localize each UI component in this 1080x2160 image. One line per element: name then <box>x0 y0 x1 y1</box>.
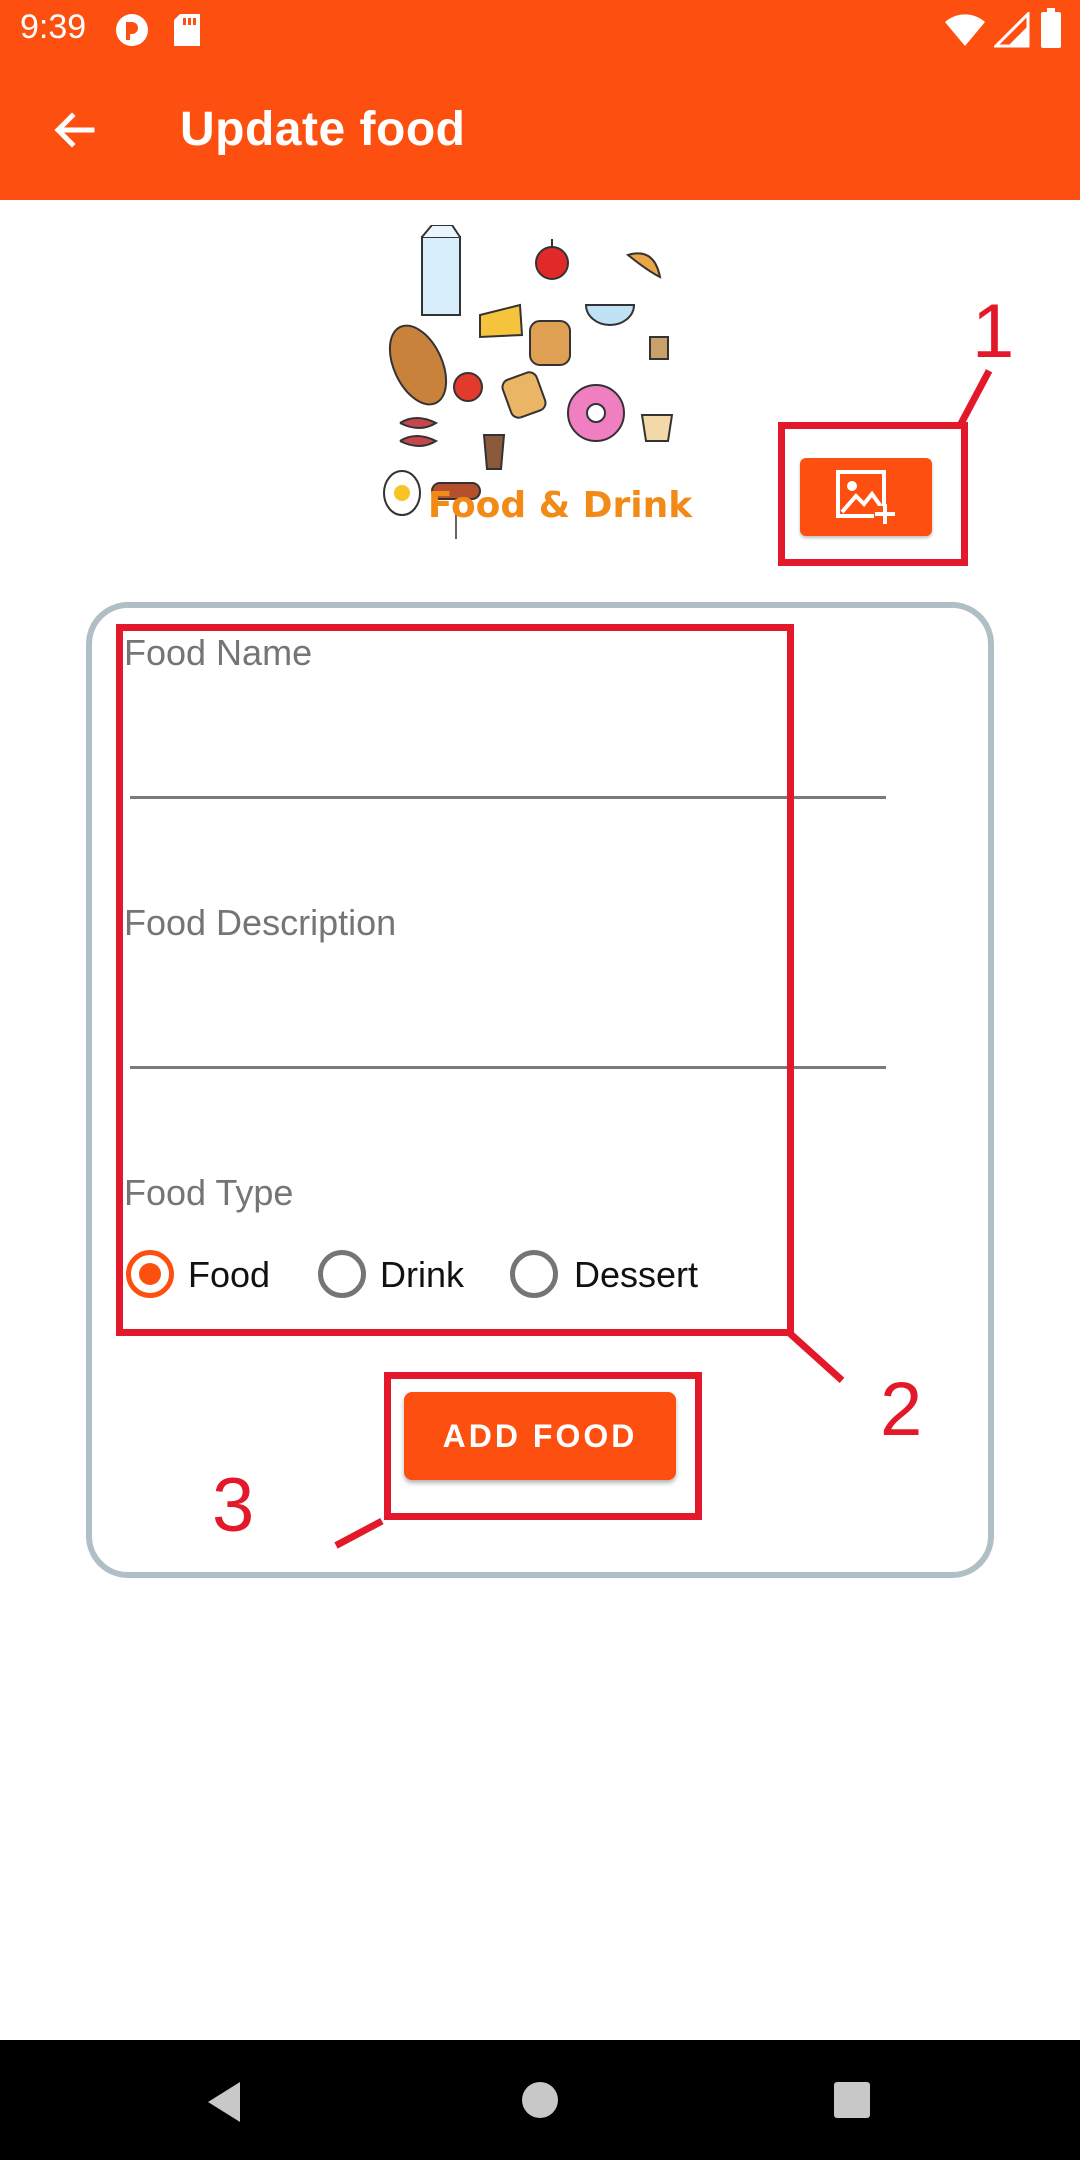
annotation-pointer-1 <box>956 369 993 428</box>
status-bar: 9:39 <box>0 0 1080 60</box>
nav-recents-button[interactable] <box>834 2082 870 2118</box>
app-bar: Update food <box>0 60 1080 200</box>
status-time: 9:39 <box>20 8 87 46</box>
back-button[interactable] <box>40 96 108 164</box>
wifi-icon <box>944 12 986 52</box>
annotation-number-3: 3 <box>212 1463 255 1548</box>
pocket-casts-icon <box>114 12 150 52</box>
food-drink-logo-text: Food & Drink <box>428 485 693 526</box>
sd-card-icon <box>172 12 202 52</box>
page-title: Update food <box>180 103 466 156</box>
signal-icon <box>992 10 1030 52</box>
nav-back-button[interactable] <box>204 2080 244 2128</box>
battery-icon <box>1040 8 1062 54</box>
food-drink-image: Food & Drink <box>380 224 710 555</box>
annotation-box-2 <box>116 624 794 1336</box>
annotation-number-2: 2 <box>880 1367 923 1452</box>
annotation-number-1: 1 <box>972 289 1015 374</box>
arrow-back-icon <box>54 112 95 148</box>
nav-back-icon <box>208 2082 240 2122</box>
navigation-bar <box>0 2040 1080 2160</box>
annotation-box-3 <box>384 1372 702 1520</box>
nav-home-button[interactable] <box>522 2082 558 2118</box>
annotation-box-1 <box>778 422 968 566</box>
